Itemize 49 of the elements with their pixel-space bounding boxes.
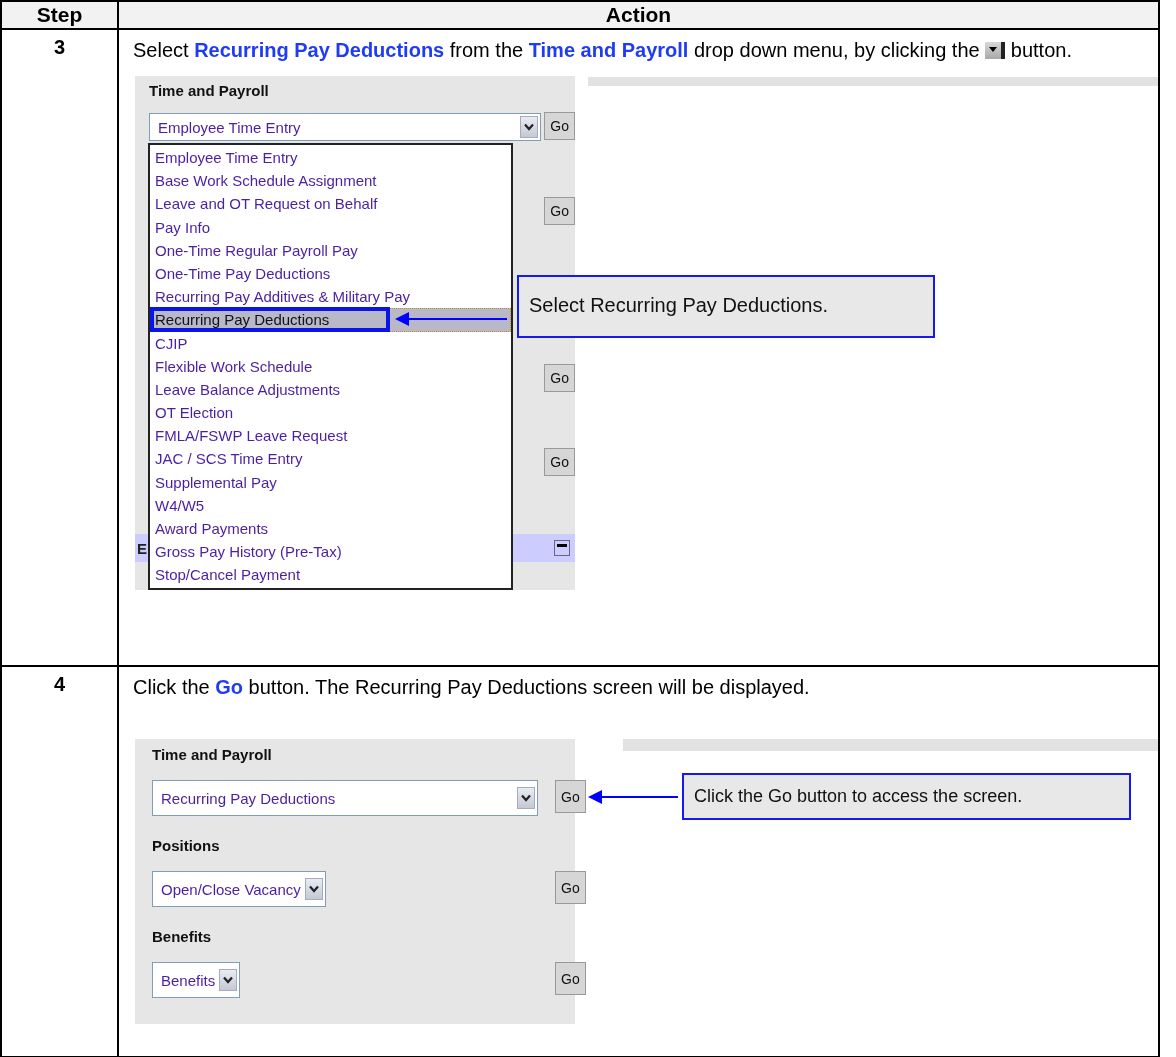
dropdown-option[interactable]: Pay Info [150,215,511,239]
dropdown-option[interactable]: FMLA/FSWP Leave Request [150,424,511,448]
dropdown-option[interactable]: Gross Pay History (Pre-Tax) [150,540,511,564]
go-button[interactable]: Go [544,364,575,392]
dropdown-option[interactable]: Supplemental Pay [150,470,511,494]
dropdown-option[interactable]: Employee Time Entry [150,146,511,170]
dropdown-field[interactable]: Employee Time Entry [149,113,541,141]
go-button[interactable]: Go [544,197,575,225]
callout: Click the Go button to access the screen. [682,773,1131,820]
step-number: 4 [53,673,66,695]
column-header: Step [2,2,119,30]
dropdown-option[interactable]: Leave and OT Request on Behalf [150,192,511,216]
dropdown-option[interactable]: W4/W5 [150,493,511,517]
dropdown-option[interactable]: Flexible Work Schedule [150,354,511,378]
go-button[interactable]: Go [555,871,586,904]
section-title: E [137,539,147,557]
dropdown-field[interactable]: Benefits [152,962,241,998]
section-label: Time and Payroll [149,82,270,100]
dropdown-field[interactable]: Open/Close Vacancy [152,871,326,907]
callout: Select Recurring Pay Deductions. [517,275,935,338]
go-button[interactable]: Go [544,448,575,476]
chevron-down-icon [308,885,319,893]
chevron-down-icon [223,976,234,984]
chevron-down-icon [521,794,531,802]
dropdown-option[interactable]: Base Work Schedule Assignment [150,169,511,193]
go-button[interactable]: Go [555,962,586,995]
dropdown-option[interactable]: JAC / SCS Time Entry [150,447,511,471]
instruction-text: button. [1010,39,1072,61]
dropdown-option[interactable]: Leave Balance Adjustments [150,377,511,402]
instruction-text: Select Recurring Pay Deductions from the Time and Payroll drop down menu, by clicking the [133,39,980,61]
collapse-icon [554,540,570,556]
section-label: Positions [152,837,221,855]
dropdown-field[interactable]: Recurring Pay Deductions [152,780,538,816]
dropdown-option[interactable]: Award Payments [150,517,511,541]
dropdown-option[interactable]: One-Time Pay Deductions [150,261,511,286]
dropdown-option[interactable]: OT Election [150,401,511,425]
dropdown-option[interactable]: CJIP [150,331,511,355]
step-number: 3 [53,36,66,58]
dropdown-option[interactable]: One-Time Regular Payroll Pay [150,238,511,262]
chevron-down-icon [524,123,534,131]
dropdown-option[interactable]: Stop/Cancel Payment [150,563,511,587]
instruction-text: Click the Go button. The Recurring Pay Deductions screen will be displayed. [133,676,810,698]
dropdown-option[interactable]: Recurring Pay Additives & Military Pay [150,285,511,309]
column-header: Action [119,2,1160,30]
dropdown-option[interactable]: Recurring Pay Deductions [150,308,511,332]
go-button[interactable]: Go [555,780,586,813]
go-button[interactable]: Go [544,112,575,140]
section-label: Benefits [152,928,213,946]
section-label: Time and Payroll [152,746,273,764]
